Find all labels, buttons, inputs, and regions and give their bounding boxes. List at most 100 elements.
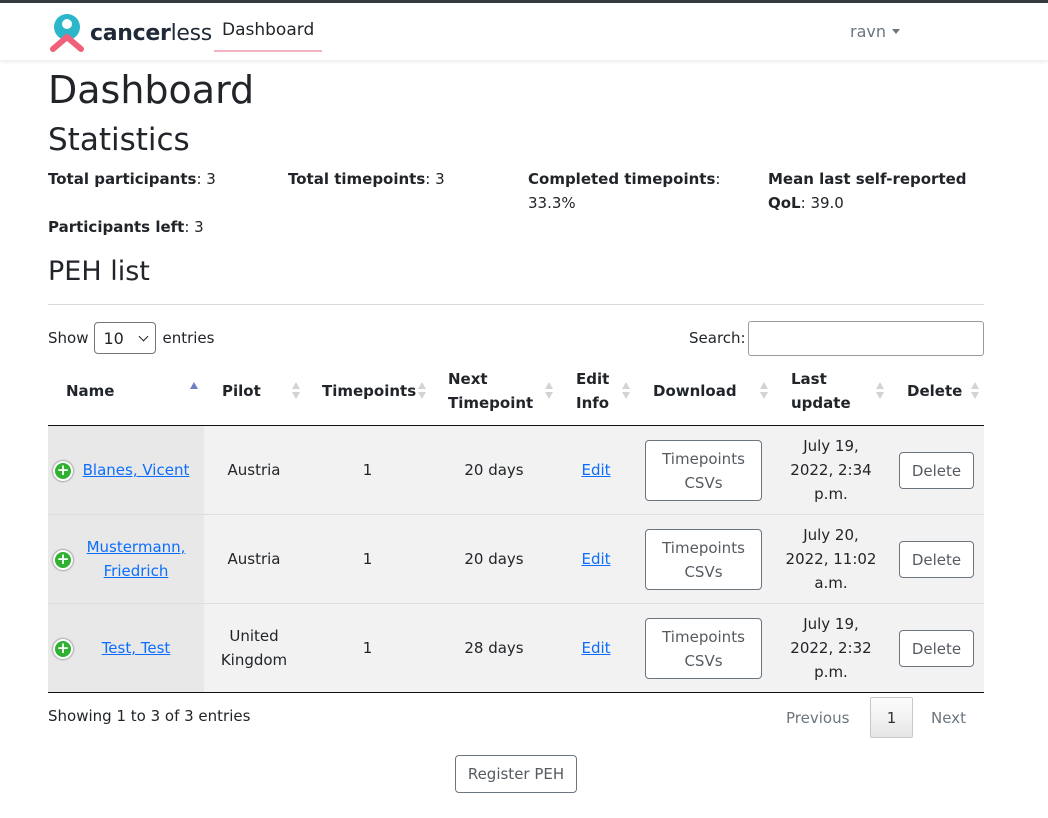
pagination-page-1[interactable]: 1 xyxy=(870,697,913,738)
pilot-cell: Austria xyxy=(227,550,281,568)
table-row: + Blanes, Vicent Austria 1 20 days Edit … xyxy=(48,426,984,515)
user-dropdown[interactable]: ravn xyxy=(850,22,900,41)
table-row: + Test, Test United Kingdom 1 28 days Edi… xyxy=(48,604,984,693)
participant-name-link[interactable]: Blanes, Vicent xyxy=(83,458,190,482)
sort-icon xyxy=(971,382,979,400)
stat-value: : 39.0 xyxy=(800,194,844,212)
peh-list-title: PEH list xyxy=(48,256,150,287)
name-cell: Blanes, Vicent xyxy=(78,426,194,514)
sort-icon xyxy=(760,382,768,400)
update-line: 2022, 2:32 xyxy=(790,639,872,657)
last-update-cell: July 20, 2022, 11:02 a.m. xyxy=(778,515,884,603)
name-cell: Test, Test xyxy=(78,604,194,692)
entries-length-control: Show 10 entries xyxy=(48,322,214,354)
button-line: CSVs xyxy=(684,651,723,670)
stat-completed-timepoints: Completed timepoints: 33.3% xyxy=(528,167,738,215)
brand-name: cancerless xyxy=(90,21,212,46)
timepoints-cell: 1 xyxy=(362,461,373,479)
pagination-previous[interactable]: Previous xyxy=(786,697,849,738)
column-header-delete[interactable]: Delete xyxy=(907,356,962,426)
stat-value: : 3 xyxy=(425,170,445,188)
column-header-label: Edit Info xyxy=(576,367,609,415)
name-line: Blanes, Vicent xyxy=(82,461,190,479)
name-line: Test, Test xyxy=(101,639,171,657)
sort-icon xyxy=(292,382,300,400)
column-header-next-timepoint[interactable]: Next Timepoint xyxy=(448,356,533,426)
delete-button[interactable]: Delete xyxy=(899,540,974,578)
peh-table: Name Pilot Timepoints Next Timepoint Edit… xyxy=(48,356,984,693)
update-line: p.m. xyxy=(814,485,848,503)
pagination-next[interactable]: Next xyxy=(931,697,966,738)
edit-link[interactable]: Edit xyxy=(581,636,610,660)
column-header-label: Name xyxy=(66,382,115,400)
divider xyxy=(48,304,984,305)
header-line: Edit xyxy=(576,370,610,388)
pilot-cell: United Kingdom xyxy=(204,604,304,692)
pilot-line: United xyxy=(229,627,279,645)
chevron-down-icon xyxy=(139,331,149,341)
caret-down-icon xyxy=(892,29,900,34)
table-header: Name Pilot Timepoints Next Timepoint Edit… xyxy=(48,356,984,426)
column-header-label: Pilot xyxy=(222,382,261,400)
last-update-cell: July 19, 2022, 2:32 p.m. xyxy=(778,604,884,692)
expand-plus-icon[interactable]: + xyxy=(53,461,73,481)
name-line: Mustermann, xyxy=(86,538,186,556)
sort-icon xyxy=(545,382,553,400)
update-line: July 19, xyxy=(803,615,859,633)
brand-logo[interactable]: cancerless xyxy=(48,13,212,53)
edit-link[interactable]: Edit xyxy=(581,458,610,482)
nav-dashboard-link[interactable]: Dashboard xyxy=(214,14,323,52)
entries-select-value: 10 xyxy=(103,328,124,348)
stat-label: QoL xyxy=(768,194,801,212)
edit-link[interactable]: Edit xyxy=(581,547,610,571)
timepoints-csv-button[interactable]: Timepoints CSVs xyxy=(645,528,762,590)
edit-cell: Edit xyxy=(564,604,628,692)
cancerless-logo-icon xyxy=(50,14,84,52)
download-cell: Timepoints CSVs xyxy=(645,515,762,603)
pilot-line: Kingdom xyxy=(220,651,288,669)
update-line: July 20, xyxy=(803,526,859,544)
column-header-last-update[interactable]: Last update xyxy=(791,356,851,426)
register-peh-button[interactable]: Register PEH xyxy=(455,755,577,793)
column-header-label: Download xyxy=(653,382,737,400)
column-header-download[interactable]: Download xyxy=(653,356,737,426)
column-header-timepoints[interactable]: Timepoints xyxy=(322,356,416,426)
search-input[interactable] xyxy=(748,321,984,356)
delete-button[interactable]: Delete xyxy=(899,629,974,667)
header-line: Timepoint xyxy=(448,394,534,412)
column-header-label: Delete xyxy=(907,382,963,400)
stat-total-timepoints: Total timepoints: 3 xyxy=(288,167,445,191)
header-line: Next xyxy=(448,370,488,388)
sort-icon xyxy=(418,382,426,400)
delete-cell: Delete xyxy=(899,515,974,603)
update-line: 2022, 11:02 xyxy=(785,550,877,568)
update-line: 2022, 2:34 xyxy=(790,461,872,479)
stat-label: Mean last self-reported xyxy=(768,170,967,188)
delete-button[interactable]: Delete xyxy=(899,451,974,489)
column-header-label: Next Timepoint xyxy=(448,367,533,415)
stat-label: Total participants xyxy=(48,170,197,188)
timepoints-csv-button[interactable]: Timepoints CSVs xyxy=(645,439,762,501)
timepoints-csv-button[interactable]: Timepoints CSVs xyxy=(645,617,762,679)
column-header-name[interactable]: Name xyxy=(66,356,114,426)
next-timepoint-cell: 28 days xyxy=(464,639,524,657)
timepoints-cell: 1 xyxy=(362,639,373,657)
delete-cell: Delete xyxy=(899,604,974,692)
button-line: Timepoints xyxy=(662,627,745,646)
sort-ascending-icon xyxy=(190,382,198,400)
column-header-pilot[interactable]: Pilot xyxy=(222,356,261,426)
expand-plus-icon[interactable]: + xyxy=(53,550,73,570)
page-title: Dashboard xyxy=(48,68,255,112)
header-line: Info xyxy=(576,394,610,412)
edit-cell: Edit xyxy=(564,426,628,514)
entries-select[interactable]: 10 xyxy=(94,322,157,354)
stat-mean-qol: Mean last self-reported QoL: 39.0 xyxy=(768,167,984,215)
name-line: Friedrich xyxy=(103,562,169,580)
participant-name-link[interactable]: Test, Test xyxy=(102,636,171,660)
column-header-label: Last update xyxy=(791,367,851,415)
column-header-edit-info[interactable]: Edit Info xyxy=(576,356,609,426)
last-update-cell: July 19, 2022, 2:34 p.m. xyxy=(778,426,884,514)
participant-name-link[interactable]: Mustermann, Friedrich xyxy=(87,535,186,583)
expand-plus-icon[interactable]: + xyxy=(53,639,73,659)
button-line: Timepoints xyxy=(662,538,745,557)
